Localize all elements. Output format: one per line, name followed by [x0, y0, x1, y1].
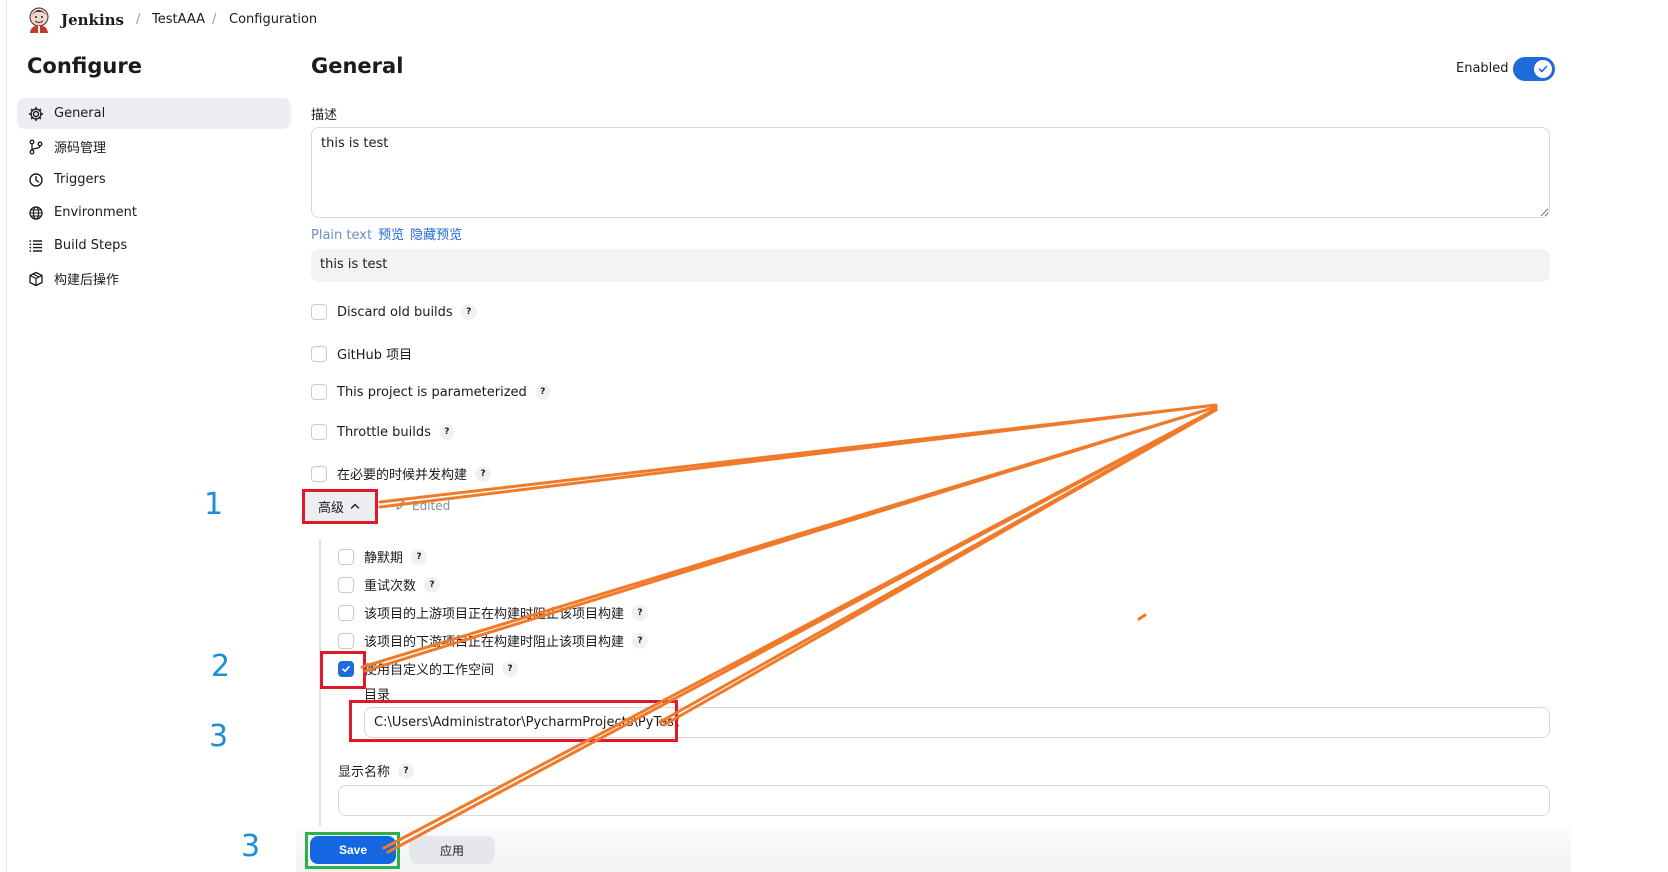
help-icon[interactable]: ?	[411, 548, 428, 565]
option-label[interactable]: 静默期	[364, 547, 403, 566]
option-label[interactable]: GitHub 项目	[337, 344, 412, 363]
display-name-input[interactable]	[338, 785, 1550, 816]
hide-preview-link[interactable]: 隐藏预览	[410, 228, 462, 243]
sidebar-item-scm[interactable]: 源码管理	[17, 131, 291, 162]
list-icon	[27, 237, 45, 255]
display-name-label: 显示名称	[338, 765, 391, 780]
help-icon[interactable]: ?	[398, 762, 415, 779]
option-throttle-builds: Throttle builds ?	[311, 424, 455, 440]
option-concurrent-builds: 在必要的时候并发构建 ?	[311, 464, 492, 483]
sidebar-item-label: Triggers	[54, 172, 106, 187]
annotation-box-checkbox	[320, 651, 366, 689]
breadcrumb-item-job[interactable]: TestAAA	[152, 12, 205, 27]
help-icon[interactable]: ?	[424, 576, 441, 593]
help-icon[interactable]: ?	[632, 604, 649, 621]
sidebar-item-label: 构建后操作	[54, 273, 120, 288]
help-icon[interactable]: ?	[438, 424, 455, 440]
clock-icon	[27, 171, 45, 189]
annotation-dot	[1137, 613, 1147, 621]
option-parameterized: This project is parameterized ?	[311, 384, 551, 400]
description-textarea[interactable]: this is test	[311, 127, 1550, 218]
jenkins-logo-icon[interactable]	[27, 6, 51, 34]
option-label[interactable]: 在必要的时候并发构建	[337, 464, 467, 483]
apply-button[interactable]: 应用	[409, 836, 495, 864]
option-label[interactable]: 该项目的上游项目正在构建时阻止该项目构建	[364, 603, 624, 622]
sidebar-item-label: General	[54, 106, 106, 121]
annotation-number-3-save: 3	[241, 829, 261, 864]
gear-icon	[27, 105, 45, 123]
description-label: 描述	[311, 108, 338, 123]
sidebar-item-general[interactable]: General	[17, 98, 291, 129]
help-icon[interactable]: ?	[632, 632, 649, 649]
block-downstream-checkbox[interactable]	[338, 632, 354, 649]
option-block-downstream: 该项目的下游项目正在构建时阻止该项目构建 ?	[338, 631, 649, 650]
help-icon[interactable]: ?	[460, 304, 477, 320]
annotation-number-3: 3	[209, 719, 229, 754]
option-label[interactable]: 重试次数	[364, 575, 416, 594]
quiet-period-checkbox[interactable]	[338, 548, 354, 565]
option-quiet-period: 静默期 ?	[338, 547, 428, 566]
globe-icon	[27, 204, 45, 222]
throttle-builds-checkbox[interactable]	[311, 424, 327, 440]
option-label[interactable]: This project is parameterized	[337, 385, 527, 400]
annotation-stroke-1	[378, 403, 1218, 509]
sidebar-item-triggers[interactable]: Triggers	[17, 164, 291, 195]
option-block-upstream: 该项目的上游项目正在构建时阻止该项目构建 ?	[338, 603, 649, 622]
breadcrumb-separator: /	[136, 12, 141, 27]
format-links: Plain text 预览 隐藏预览	[311, 224, 468, 243]
display-name-row: 显示名称 ?	[338, 761, 415, 780]
page-left-border	[6, 0, 7, 872]
plain-text-link[interactable]: Plain text	[311, 228, 372, 243]
option-discard-old-builds: Discard old builds ?	[311, 304, 477, 320]
pencil-icon	[396, 500, 406, 510]
enabled-toggle[interactable]	[1513, 57, 1555, 81]
option-retry-count: 重试次数 ?	[338, 575, 441, 594]
help-icon[interactable]: ?	[534, 384, 551, 400]
option-label[interactable]: Discard old builds	[337, 305, 453, 320]
annotation-number-2: 2	[211, 649, 231, 684]
branch-icon	[27, 138, 45, 156]
breadcrumb-separator: /	[212, 12, 217, 27]
concurrent-builds-checkbox[interactable]	[311, 465, 327, 482]
parameterized-checkbox[interactable]	[311, 384, 327, 400]
edited-indicator: Edited	[395, 499, 450, 513]
annotation-stroke-3	[658, 408, 1218, 727]
preview-link[interactable]: 预览	[378, 228, 404, 243]
help-icon[interactable]: ?	[475, 465, 492, 482]
help-icon[interactable]: ?	[502, 660, 519, 677]
option-github-project: GitHub 项目	[311, 344, 412, 363]
sidebar-item-environment[interactable]: Environment	[17, 197, 291, 228]
retry-count-checkbox[interactable]	[338, 576, 354, 593]
sidebar-title: Configure	[27, 54, 142, 78]
annotation-box-directory	[349, 700, 678, 742]
sidebar-item-label: 源码管理	[54, 141, 107, 156]
check-icon	[1534, 60, 1552, 78]
sidebar-item-label: Environment	[54, 205, 138, 220]
annotation-box-save	[305, 832, 400, 869]
option-label[interactable]: 该项目的下游项目正在构建时阻止该项目构建	[364, 631, 624, 650]
breadcrumb-item-configuration[interactable]: Configuration	[229, 12, 317, 27]
sidebar-item-label: Build Steps	[54, 238, 128, 253]
sidebar-item-post-build[interactable]: 构建后操作	[17, 263, 291, 294]
sidebar-item-build-steps[interactable]: Build Steps	[17, 230, 291, 261]
discard-old-builds-checkbox[interactable]	[311, 304, 327, 320]
annotation-box-advanced	[302, 489, 378, 524]
option-label[interactable]: 使用自定义的工作空间	[364, 659, 494, 678]
edited-label: Edited	[412, 499, 451, 513]
package-icon	[27, 270, 45, 288]
annotation-number-1: 1	[204, 487, 224, 522]
page-title: General	[311, 54, 404, 78]
enabled-label: Enabled	[1456, 61, 1509, 76]
description-preview: this is test	[311, 249, 1550, 282]
block-upstream-checkbox[interactable]	[338, 604, 354, 621]
option-label[interactable]: Throttle builds	[337, 425, 431, 440]
breadcrumb-brand[interactable]: Jenkins	[61, 11, 124, 29]
github-project-checkbox[interactable]	[311, 345, 327, 362]
